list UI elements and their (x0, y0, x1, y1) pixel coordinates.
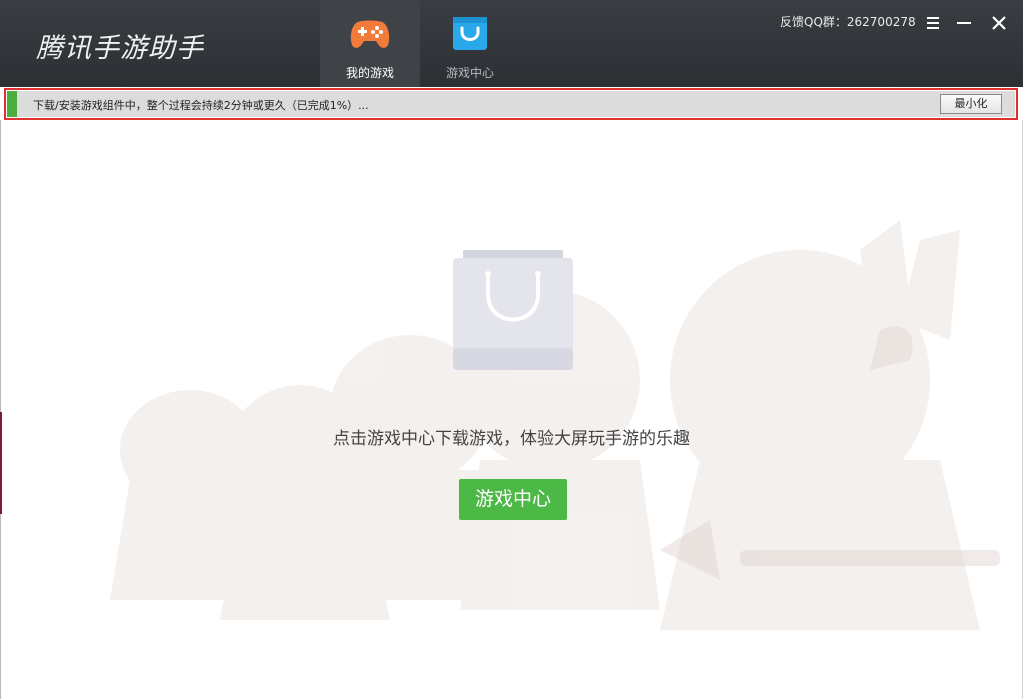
shopping-bag-icon (453, 250, 573, 370)
feedback-qq-group[interactable]: 反馈QQ群：262700278 (780, 13, 916, 30)
minimize-download-button[interactable]: 最小化 (940, 94, 1002, 114)
progress-fill (7, 91, 17, 117)
progress-track: 下载/安装游戏组件中，整个过程会持续2分钟或更久（已完成1%）... 最小化 (7, 91, 1015, 117)
download-status-text: 下载/安装游戏组件中，整个过程会持续2分钟或更久（已完成1%）... (33, 99, 369, 112)
menu-icon[interactable] (922, 12, 944, 34)
tab-my-games-label: 我的游戏 (345, 66, 394, 80)
close-icon[interactable] (988, 12, 1010, 34)
tab-my-games[interactable]: 我的游戏 (320, 0, 420, 87)
tab-game-center[interactable]: 游戏中心 (420, 0, 520, 87)
empty-state-message: 点击游戏中心下载游戏，体验大屏玩手游的乐趣 (333, 429, 690, 449)
tab-game-center-label: 游戏中心 (445, 66, 494, 80)
gamepad-icon (350, 20, 390, 48)
window-left-border (0, 120, 1, 699)
minimize-icon[interactable] (953, 12, 975, 34)
game-center-button[interactable]: 游戏中心 (459, 479, 567, 520)
app-title: 腾讯手游助手 (36, 33, 204, 64)
title-bar: 腾讯手游助手 我的游戏 游戏中心 反馈QQ群：262700278 (0, 0, 1023, 87)
shopping-bag-icon (453, 17, 487, 50)
download-progress-bar: 下载/安装游戏组件中，整个过程会持续2分钟或更久（已完成1%）... 最小化 (4, 88, 1018, 120)
